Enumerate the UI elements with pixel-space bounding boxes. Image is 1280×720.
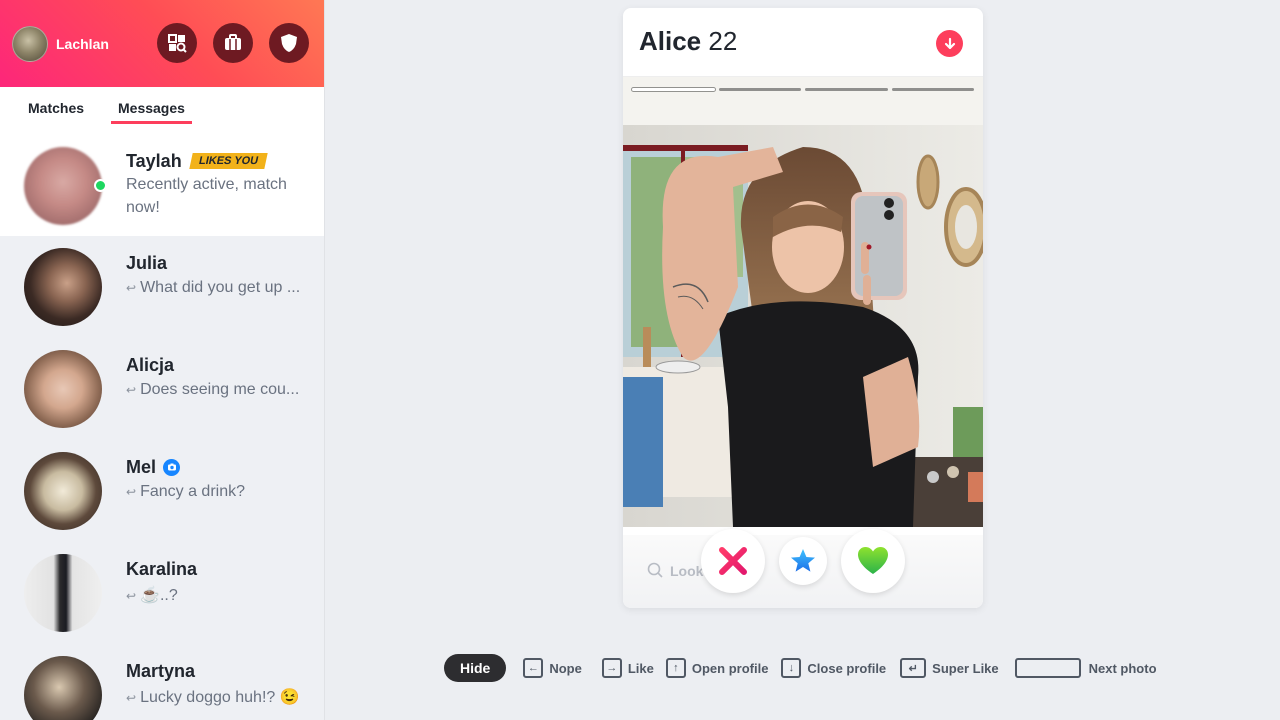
profile-age: 22: [708, 26, 738, 56]
photo-progress: [632, 88, 974, 91]
explore-icon: [168, 34, 187, 53]
arrow-down-icon: [944, 37, 955, 49]
avatar: [24, 350, 102, 428]
shortcut-next-photo: Next photo: [1014, 658, 1157, 678]
briefcase-icon: [225, 34, 241, 50]
avatar: [24, 554, 102, 632]
portfolio-button[interactable]: [213, 23, 253, 63]
conversation-name: Taylah LIKES YOU: [126, 151, 268, 172]
sidebar: Lachlan Matches Messages Taylah LIKES YO…: [0, 0, 325, 720]
arrow-up-key-icon: ↑: [665, 658, 686, 678]
search-hint[interactable]: Look: [647, 562, 703, 579]
likes-you-badge: LIKES YOU: [189, 153, 268, 169]
avatar: [24, 452, 102, 530]
arrow-left-key-icon: ←: [523, 658, 544, 678]
conversation-name-text: Mel: [126, 457, 157, 477]
conversation-preview: ↩ ☕..?: [126, 585, 178, 605]
reply-icon: ↩: [126, 281, 137, 295]
photo-indicator[interactable]: [805, 88, 888, 91]
verified-icon: [163, 458, 181, 476]
nope-button[interactable]: [701, 529, 765, 593]
conversation-item-mel[interactable]: Mel ↩ Fancy a drink?: [0, 442, 324, 544]
hide-shortcuts-button[interactable]: Hide: [444, 654, 507, 682]
search-hint-text: Look: [670, 562, 704, 579]
conversation-item-martyna[interactable]: Martyna ↩ Lucky doggo huh!? 😉: [0, 646, 324, 720]
user-name[interactable]: Lachlan: [56, 36, 109, 52]
keyboard-shortcuts: Hide ← Nope → Like ↑ Open profile ↓ Clos…: [444, 654, 1157, 682]
conversation-item-karalina[interactable]: Karalina ↩ ☕..?: [0, 544, 324, 646]
profile-photo-image: [623, 77, 983, 527]
shield-icon: [281, 34, 297, 52]
avatar: [24, 147, 102, 225]
reply-icon: ↩: [126, 691, 137, 705]
sidebar-tabs: Matches Messages: [0, 87, 324, 137]
sidebar-header: Lachlan: [0, 0, 324, 87]
online-indicator: [94, 179, 107, 192]
search-icon: [647, 562, 663, 578]
star-icon: [791, 549, 815, 572]
conversation-name: Julia: [126, 253, 168, 273]
photo-indicator[interactable]: [891, 88, 974, 91]
shortcut-label: Like: [627, 660, 654, 676]
profile-header: Alice 22: [623, 8, 983, 77]
conversation-preview: ↩ Lucky doggo huh!? 😉: [126, 687, 300, 707]
shortcut-label: Next photo: [1088, 660, 1157, 676]
conversation-preview: Recently active, match now!: [126, 176, 287, 216]
user-avatar[interactable]: [12, 26, 48, 62]
avatar: [24, 248, 102, 326]
safety-button[interactable]: [269, 23, 309, 63]
conversation-name: Alicja: [126, 355, 175, 375]
shortcut-label: Nope: [549, 660, 582, 676]
reply-icon: ↩: [126, 383, 137, 397]
conversation-item-taylah[interactable]: Taylah LIKES YOU Recently active, match …: [0, 137, 324, 236]
profile-title: Alice 22: [639, 26, 737, 57]
tab-matches[interactable]: Matches: [28, 100, 84, 121]
conversation-name: Mel: [126, 457, 181, 478]
shortcut-label: Open profile: [691, 660, 769, 676]
conversation-preview: ↩ What did you get up ...: [126, 279, 300, 297]
profile-photo[interactable]: [623, 77, 983, 527]
conversation-item-alicja[interactable]: Alicja ↩ Does seeing me cou...: [0, 340, 324, 442]
reply-icon: ↩: [126, 589, 137, 603]
conversation-item-julia[interactable]: Julia ↩ What did you get up ...: [0, 238, 324, 340]
arrow-down-key-icon: ↓: [781, 658, 802, 678]
explore-button[interactable]: [157, 23, 197, 63]
avatar: [24, 656, 102, 720]
close-profile-button[interactable]: [936, 30, 963, 57]
super-like-button[interactable]: [779, 537, 827, 585]
photo-indicator[interactable]: [632, 88, 715, 91]
conversation-name-text: Taylah: [126, 151, 182, 171]
arrow-right-key-icon: →: [601, 658, 622, 678]
enter-key-icon: ↵: [900, 658, 927, 678]
space-key-icon: [1014, 658, 1081, 678]
conversation-name: Martyna: [126, 661, 196, 681]
reply-icon: ↩: [126, 485, 137, 499]
shortcut-nope: ← Nope: [523, 658, 582, 678]
conversation-preview: ↩ Fancy a drink?: [126, 483, 245, 501]
shortcut-super-like: ↵ Super Like: [900, 658, 999, 678]
conversation-preview-text: Lucky doggo huh!? 😉: [140, 689, 300, 706]
heart-icon: [858, 547, 888, 574]
conversation-preview: ↩ Does seeing me cou...: [126, 381, 299, 399]
tab-messages[interactable]: Messages: [111, 100, 192, 124]
conversation-name: Karalina: [126, 559, 198, 579]
photo-indicator[interactable]: [718, 88, 801, 91]
shortcut-open-profile: ↑ Open profile: [665, 658, 769, 678]
action-bar: Look: [623, 529, 983, 608]
conversation-preview-text: What did you get up ...: [140, 279, 301, 296]
conversation-preview-text: Does seeing me cou...: [140, 381, 300, 398]
like-button[interactable]: [841, 529, 905, 593]
shortcut-label: Close profile: [807, 660, 887, 676]
conversation-preview-text: ☕..?: [140, 587, 178, 604]
shortcut-like: → Like: [601, 658, 654, 678]
shortcut-close-profile: ↓ Close profile: [781, 658, 886, 678]
shortcut-label: Super Like: [932, 660, 999, 676]
profile-card[interactable]: Alice 22 Look: [623, 8, 983, 608]
x-icon: [719, 547, 747, 575]
conversation-preview-text: Fancy a drink?: [140, 483, 245, 500]
profile-name: Alice: [639, 26, 702, 56]
